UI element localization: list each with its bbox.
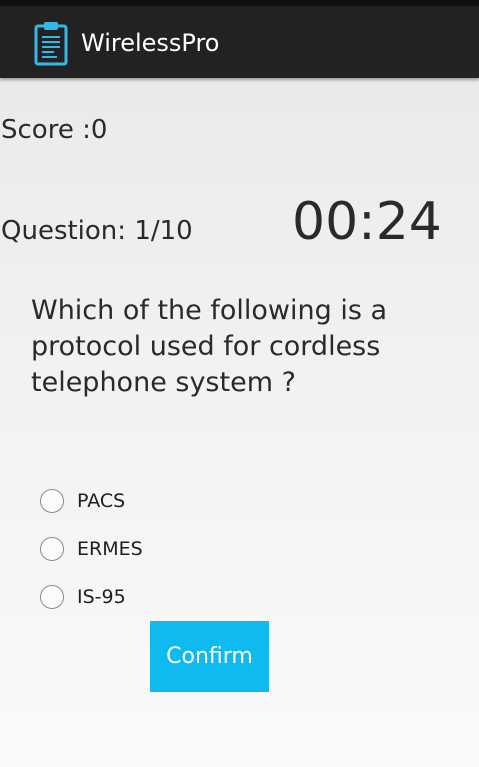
clipboard-icon [33,20,69,66]
question-text: Which of the following is a protocol use… [31,295,388,398]
score-label: Score :0 [1,115,108,145]
answer-option-label: PACS [77,490,126,512]
confirm-button[interactable]: Confirm [150,621,269,692]
countdown-timer: 00:24 [292,192,442,252]
action-bar: WirelessPro [0,6,479,78]
radio-button[interactable] [40,537,64,561]
app-title: WirelessPro [81,29,220,57]
answer-option-label: IS-95 [77,586,126,608]
answer-option-is95[interactable]: IS-95 [40,583,126,611]
question-counter: Question: 1/10 [1,216,193,246]
answer-option-pacs[interactable]: PACS [40,487,125,515]
radio-button[interactable] [40,585,64,609]
radio-button[interactable] [40,489,64,513]
answer-option-ermes[interactable]: ERMES [40,535,143,563]
answer-option-label: ERMES [77,538,143,560]
